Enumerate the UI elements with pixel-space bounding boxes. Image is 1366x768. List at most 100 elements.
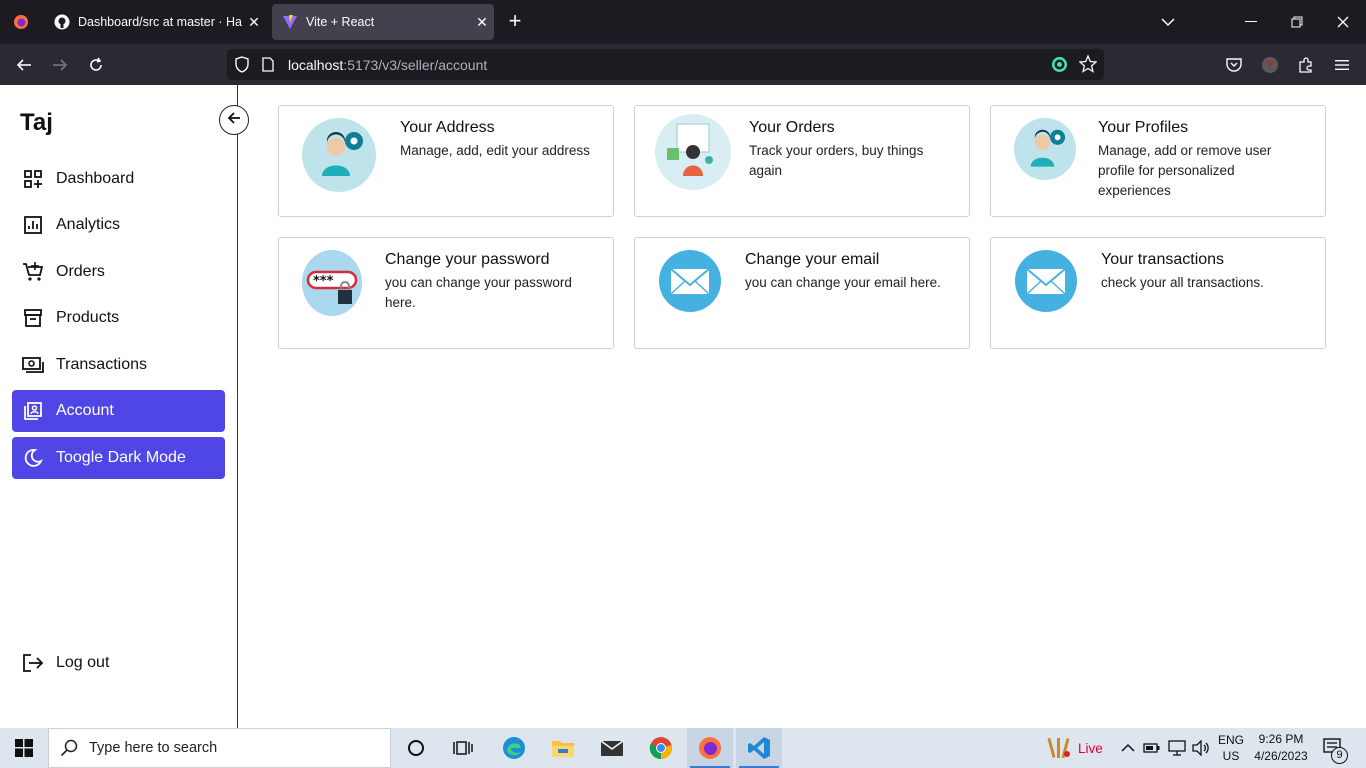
card-title: Your Orders xyxy=(749,119,835,136)
logout-label: Log out xyxy=(56,654,110,671)
account-icon xyxy=(21,399,45,423)
cart-icon xyxy=(21,260,45,284)
clock-date: 4/26/2023 xyxy=(1254,749,1308,763)
clock-time: 9:26 PM xyxy=(1258,732,1304,746)
card-description: you can change your email here. xyxy=(745,275,941,290)
edge-icon[interactable] xyxy=(491,728,537,768)
logout-icon xyxy=(21,651,45,675)
card-change-email[interactable]: Change your email you can change your em… xyxy=(634,237,970,349)
user-settings-illustration xyxy=(1014,118,1076,180)
back-icon[interactable] xyxy=(9,50,39,80)
url-text: localhost:5173/v3/seller/account xyxy=(288,57,488,73)
notification-count-badge: 9 xyxy=(1331,747,1348,764)
sidebar-item-label: Dashboard xyxy=(56,170,135,187)
sidebar-item-analytics[interactable]: Analytics xyxy=(12,204,225,246)
hamburger-menu-icon[interactable] xyxy=(1327,50,1357,80)
sidebar-item-dashboard[interactable]: Dashboard xyxy=(12,158,225,200)
language-indicator[interactable]: ENG US xyxy=(1218,728,1244,768)
cricket-live-icon[interactable]: Live xyxy=(1046,728,1103,768)
analytics-icon xyxy=(21,213,45,237)
card-your-orders[interactable]: Your Orders Track your orders, buy thing… xyxy=(634,105,970,217)
restore-icon[interactable] xyxy=(1274,0,1320,44)
vite-icon xyxy=(282,14,298,30)
mail-icon[interactable] xyxy=(589,728,635,768)
sidebar-item-label: Products xyxy=(56,309,120,326)
envelope-illustration xyxy=(1015,250,1077,312)
close-window-icon[interactable] xyxy=(1320,0,1366,44)
sidebar-item-label: Account xyxy=(56,402,114,419)
browser-nav-bar: localhost:5173/v3/seller/account xyxy=(0,44,1366,85)
sidebar-item-orders[interactable]: Orders xyxy=(12,251,225,293)
card-description: Manage, add or remove user profile for p… xyxy=(1098,143,1272,198)
card-description: Manage, add, edit your address xyxy=(400,143,590,158)
live-label: Live xyxy=(1078,740,1103,756)
close-tab-icon[interactable]: ✕ xyxy=(242,14,266,31)
user-settings-illustration xyxy=(302,118,376,192)
extensions-icon[interactable] xyxy=(1291,50,1321,80)
svg-text:***: *** xyxy=(313,274,334,289)
windows-start-icon[interactable] xyxy=(0,728,48,768)
pocket-icon[interactable] xyxy=(1219,50,1249,80)
sidebar-item-transactions[interactable]: Transactions xyxy=(12,344,225,386)
card-title: Your transactions xyxy=(1101,251,1225,268)
shield-icon[interactable] xyxy=(234,56,250,78)
notifications-icon[interactable]: 9 xyxy=(1322,728,1348,768)
volume-icon[interactable] xyxy=(1192,728,1210,768)
address-bar[interactable]: localhost:5173/v3/seller/account xyxy=(227,49,1104,80)
close-tab-icon[interactable]: ✕ xyxy=(470,14,494,31)
clock[interactable]: 9:26 PM 4/26/2023 xyxy=(1253,728,1309,768)
tab-title: Vite + React xyxy=(306,15,375,29)
sidebar-item-label: Analytics xyxy=(56,216,121,233)
password-illustration: *** xyxy=(302,250,362,316)
card-your-address[interactable]: Your Address Manage, add, edit your addr… xyxy=(278,105,614,217)
chrome-icon[interactable] xyxy=(638,728,684,768)
sidebar-item-products[interactable]: Products xyxy=(12,297,225,339)
account-avatar-icon[interactable] xyxy=(1255,50,1285,80)
sidebar-item-label: Toogle Dark Mode xyxy=(56,449,186,466)
firefox-taskbar-icon[interactable] xyxy=(687,728,733,768)
vscode-icon[interactable] xyxy=(736,728,782,768)
tray-chevron-up-icon[interactable] xyxy=(1121,728,1135,768)
card-description: check your all transactions. xyxy=(1101,275,1264,290)
card-title: Change your email xyxy=(745,251,880,268)
browser-tab[interactable]: Dashboard/src at master · Hayat ✕ xyxy=(44,0,266,44)
cortana-icon[interactable] xyxy=(393,728,439,768)
page-info-icon[interactable] xyxy=(262,57,274,77)
card-your-profiles[interactable]: Your Profiles Manage, add or remove user… xyxy=(990,105,1326,217)
extension-target-icon[interactable] xyxy=(1051,56,1068,78)
sidebar-item-label: Orders xyxy=(56,263,105,280)
task-view-icon[interactable] xyxy=(440,728,486,768)
browser-tab-active[interactable]: Vite + React ✕ xyxy=(272,4,494,40)
sidebar: Taj Dashboard Analytics Orders Products xyxy=(0,85,238,728)
search-placeholder: Type here to search xyxy=(89,740,218,756)
dashboard-icon xyxy=(21,167,45,191)
moon-icon xyxy=(21,446,45,470)
bookmark-star-icon[interactable] xyxy=(1078,54,1098,78)
envelope-illustration xyxy=(659,250,721,312)
battery-icon[interactable] xyxy=(1143,728,1161,768)
money-icon xyxy=(21,353,45,377)
reload-icon[interactable] xyxy=(81,50,111,80)
orders-illustration xyxy=(655,114,731,190)
card-title: Change your password xyxy=(385,251,550,268)
card-description: you can change your password here. xyxy=(385,275,572,310)
file-explorer-icon[interactable] xyxy=(540,728,586,768)
new-tab-icon[interactable]: + xyxy=(503,10,527,34)
firefox-menu-icon[interactable] xyxy=(0,0,42,44)
logout-button[interactable]: Log out xyxy=(12,642,225,684)
archive-icon xyxy=(21,306,45,330)
sidebar-item-account[interactable]: Account xyxy=(12,390,225,432)
app-viewport: Taj Dashboard Analytics Orders Products xyxy=(0,85,1366,728)
toggle-dark-mode-button[interactable]: Toogle Dark Mode xyxy=(12,437,225,479)
minimize-icon[interactable] xyxy=(1228,0,1274,44)
tab-list-chevron-icon[interactable] xyxy=(1145,0,1191,44)
taskbar-search-box[interactable]: Type here to search xyxy=(48,728,391,768)
brand-logo: Taj xyxy=(20,109,53,136)
card-change-password[interactable]: *** Change your password you can change … xyxy=(278,237,614,349)
network-icon[interactable] xyxy=(1168,728,1186,768)
tab-title: Dashboard/src at master · Hayat xyxy=(78,15,242,29)
forward-icon[interactable] xyxy=(45,50,75,80)
collapse-sidebar-button[interactable] xyxy=(219,105,249,135)
card-title: Your Address xyxy=(400,119,495,136)
card-your-transactions[interactable]: Your transactions check your all transac… xyxy=(990,237,1326,349)
